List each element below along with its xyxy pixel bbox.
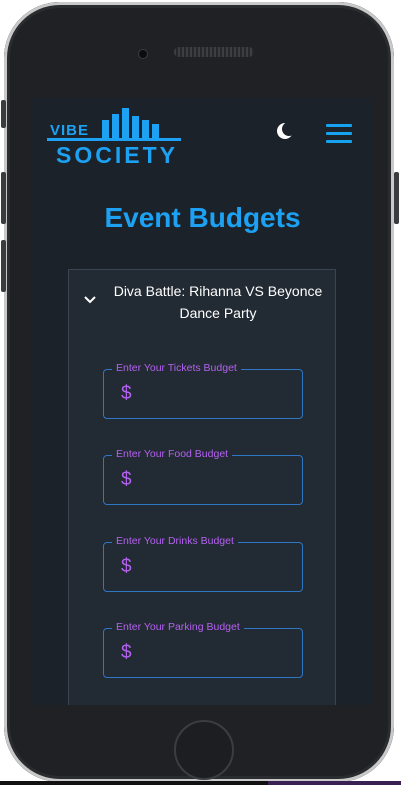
dollar-prefix: $ [121, 469, 132, 490]
logo-top-text: VIBE [50, 122, 89, 139]
moon-icon[interactable] [275, 121, 296, 141]
dollar-prefix: $ [121, 556, 132, 577]
tickets-budget-label: Enter Your Tickets Budget [112, 362, 241, 374]
phone-frame: VIBE SOCIETY Event Budgets Diva Battle: … [4, 2, 394, 782]
power-button [394, 172, 399, 224]
bottom-accent [268, 781, 401, 785]
chevron-down-icon[interactable] [83, 292, 97, 304]
drinks-budget-field[interactable]: Enter Your Drinks Budget $ [103, 535, 303, 592]
app-screen: VIBE SOCIETY Event Budgets Diva Battle: … [32, 98, 373, 705]
dollar-prefix: $ [121, 642, 132, 663]
hamburger-menu-icon[interactable] [326, 124, 352, 144]
page-title: Event Budgets [104, 202, 301, 233]
dollar-prefix: $ [121, 383, 132, 404]
parking-budget-field[interactable]: Enter Your Parking Budget $ [103, 621, 303, 678]
event-accordion: Diva Battle: Rihanna VS Beyonce Dance Pa… [68, 269, 336, 705]
food-budget-input[interactable] [140, 466, 294, 496]
drinks-budget-input[interactable] [140, 553, 294, 583]
event-name[interactable]: Diva Battle: Rihanna VS Beyonce Dance Pa… [103, 280, 333, 324]
tickets-budget-input[interactable] [140, 380, 294, 410]
drinks-budget-label: Enter Your Drinks Budget [112, 535, 238, 547]
home-button[interactable] [174, 720, 234, 780]
food-budget-label: Enter Your Food Budget [112, 448, 233, 460]
parking-budget-label: Enter Your Parking Budget [112, 621, 244, 633]
vibe-society-logo[interactable]: VIBE SOCIETY [46, 106, 186, 168]
food-budget-field[interactable]: Enter Your Food Budget $ [103, 448, 303, 505]
parking-budget-input[interactable] [140, 639, 294, 669]
logo-bottom-text: SOCIETY [56, 142, 178, 166]
tickets-budget-field[interactable]: Enter Your Tickets Budget $ [103, 362, 303, 419]
front-camera [138, 49, 148, 59]
navbar: VIBE SOCIETY [32, 98, 373, 178]
speaker-grille [174, 47, 254, 57]
volume-down-button [1, 240, 6, 292]
volume-up-button [1, 172, 6, 224]
mute-switch [1, 100, 6, 128]
